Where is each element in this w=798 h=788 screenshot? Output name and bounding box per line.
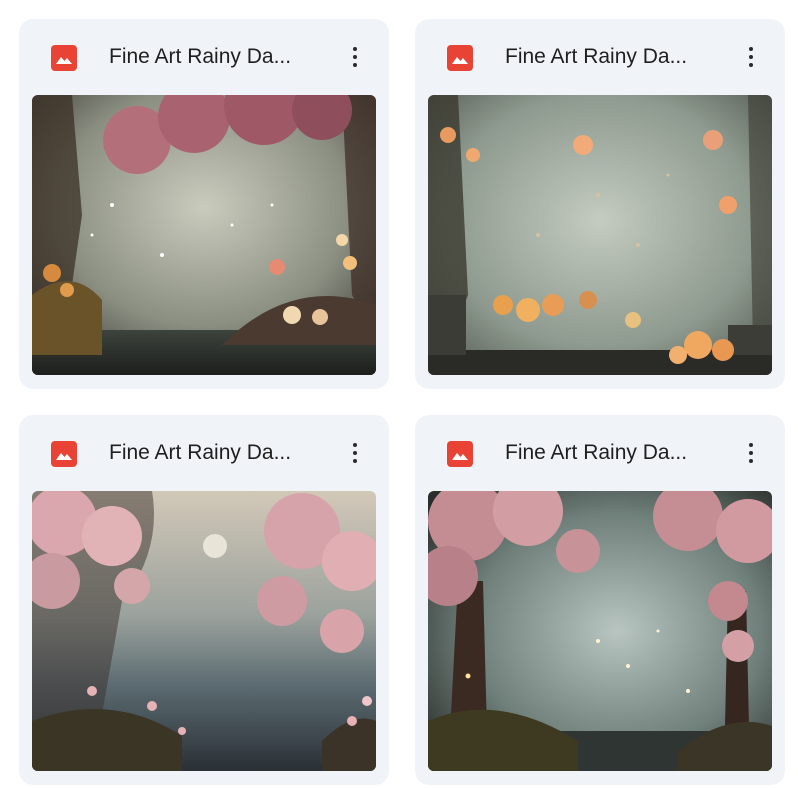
image-file-icon [51,45,77,71]
image-file-icon [447,441,473,467]
more-vert-icon[interactable] [735,39,767,75]
file-title[interactable]: Fine Art Rainy Da... [109,439,329,467]
file-title[interactable]: Fine Art Rainy Da... [505,43,725,71]
file-card[interactable]: Fine Art Rainy Da... [19,415,389,785]
image-thumbnail[interactable] [32,491,376,771]
file-card-header: Fine Art Rainy Da... [19,415,389,491]
file-title[interactable]: Fine Art Rainy Da... [505,439,725,467]
more-vert-icon[interactable] [735,435,767,471]
file-grid: Fine Art Rainy Da... Fine Art Rainy Da..… [0,0,798,788]
file-card[interactable]: Fine Art Rainy Da... [415,19,785,389]
more-vert-icon[interactable] [339,435,371,471]
image-thumbnail[interactable] [32,95,376,375]
image-thumbnail[interactable] [428,95,772,375]
file-card-header: Fine Art Rainy Da... [19,19,389,95]
image-file-icon [51,441,77,467]
image-thumbnail[interactable] [428,491,772,771]
image-file-icon [447,45,473,71]
file-card-header: Fine Art Rainy Da... [415,19,785,95]
file-card-header: Fine Art Rainy Da... [415,415,785,491]
more-vert-icon[interactable] [339,39,371,75]
file-title[interactable]: Fine Art Rainy Da... [109,43,329,71]
file-card[interactable]: Fine Art Rainy Da... [19,19,389,389]
file-card[interactable]: Fine Art Rainy Da... [415,415,785,785]
